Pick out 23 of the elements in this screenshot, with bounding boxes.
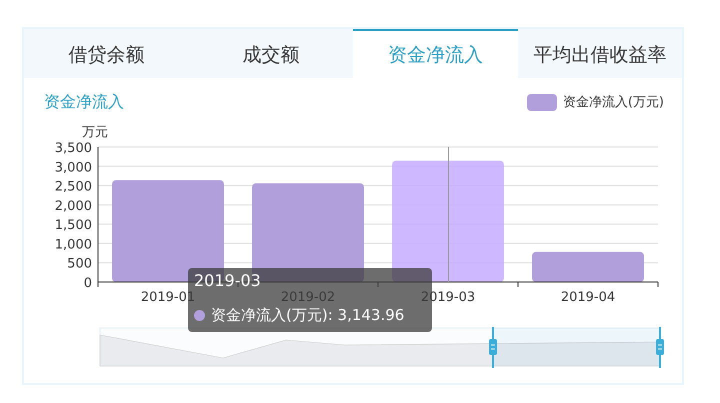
legend-swatch[interactable] — [526, 94, 557, 110]
slider-handle[interactable] — [489, 327, 497, 368]
series-dot — [194, 310, 205, 320]
axis-unit: 万元 — [82, 125, 108, 140]
y-tick-label: 500 — [67, 256, 92, 272]
chart-title: 资金净流入 — [44, 92, 124, 112]
y-tick-label: 3,500 — [54, 141, 92, 156]
tab[interactable]: 借贷余额 — [24, 29, 188, 78]
tab[interactable]: 成交额 — [188, 29, 353, 78]
x-tick-label: 2019-04 — [560, 290, 616, 305]
y-tick-label: 1,500 — [54, 218, 92, 234]
bar[interactable] — [392, 160, 504, 282]
tooltip-title: 2019-03 — [194, 271, 262, 291]
y-tick-label: 2,000 — [54, 198, 92, 214]
tooltip-value: 资金净流入(万元): 3,143.96 — [211, 305, 404, 326]
legend-label[interactable]: 资金净流入(万元) — [562, 93, 664, 111]
y-tick-label: 0 — [84, 276, 92, 291]
zoom-slider[interactable] — [100, 328, 660, 366]
y-tick-label: 2,500 — [54, 180, 92, 195]
y-tick-label: 1,000 — [54, 237, 92, 252]
tab[interactable]: 平均出借收益率 — [518, 29, 682, 78]
y-tick-label: 3,000 — [54, 160, 92, 176]
slider-handle[interactable] — [656, 327, 664, 368]
